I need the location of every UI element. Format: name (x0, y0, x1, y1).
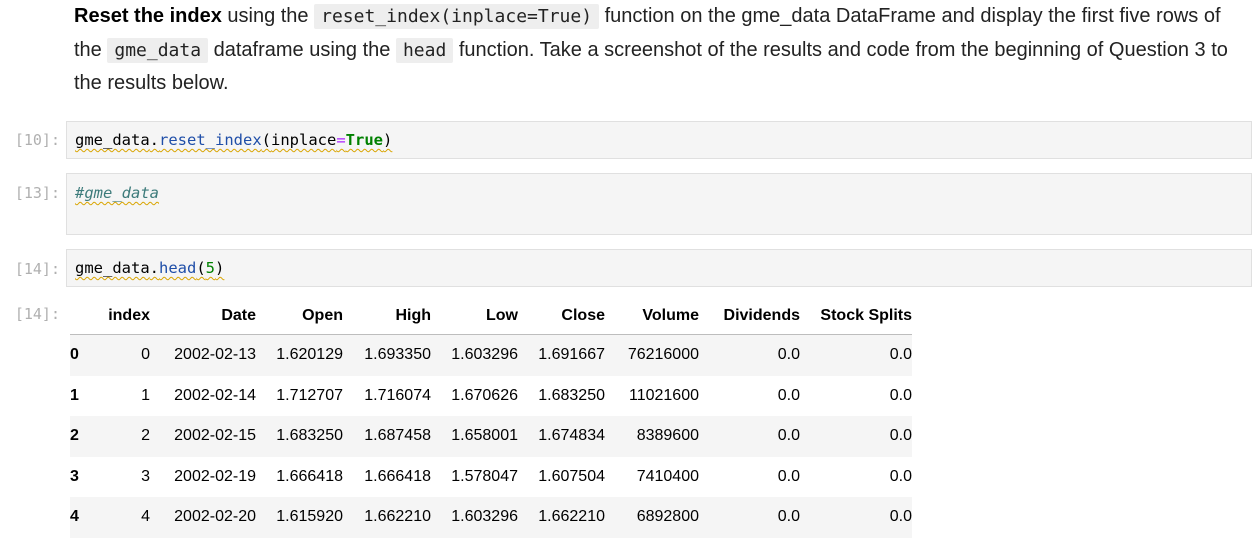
table-cell: 0.0 (777, 508, 800, 526)
code-cell-reset-index[interactable]: gme_data.reset_index(inplace=True) (66, 121, 1252, 159)
table-cell: 1.693350 (364, 346, 431, 364)
table-cell: 1 (141, 386, 150, 404)
table-cell: 1.683250 (276, 427, 343, 445)
column-header: index (94, 298, 150, 335)
column-header: Volume (605, 298, 699, 335)
table-cell: 1.603296 (451, 508, 518, 526)
code-token: ( (261, 131, 271, 149)
inline-code: gme_data (107, 37, 209, 63)
cell-prompt: [13]: (14, 184, 60, 202)
code-line: gme_data.head(5) (75, 259, 224, 277)
table-cell: 1.716074 (364, 386, 431, 404)
table-cell: 0 (141, 346, 150, 364)
table-row: 0 0 2002-02-13 1.620129 1.693350 1.60329… (70, 334, 912, 376)
table-cell: 11021600 (629, 386, 699, 404)
row-index-label: 1 (70, 386, 79, 404)
table-cell: 0.0 (889, 386, 912, 404)
table-cell: 0.0 (777, 386, 800, 404)
inline-code: reset_index(inplace=True) (314, 4, 600, 29)
table-cell: 1.603296 (451, 346, 518, 364)
table-cell: 0.0 (777, 346, 800, 364)
table-cell: 1.578047 (451, 467, 518, 485)
code-token: ) (383, 131, 393, 149)
column-header: Open (256, 298, 343, 335)
code-line: gme_data.reset_index(inplace=True) (75, 131, 392, 149)
instruction-text: using the (221, 5, 315, 27)
table-cell: 1.670626 (451, 386, 518, 404)
table-cell: 1.662210 (364, 508, 431, 526)
table-cell: 4 (141, 508, 150, 526)
code-token: head (159, 259, 197, 277)
cell-prompt: [10]: (14, 131, 60, 149)
row-index-label: 3 (70, 467, 79, 485)
table-cell: 2002-02-14 (174, 386, 256, 404)
table-row: 3 3 2002-02-19 1.666418 1.666418 1.57804… (70, 457, 912, 498)
table-cell: 2002-02-15 (174, 427, 256, 445)
table-cell: 2002-02-19 (174, 467, 256, 485)
table-cell: 1.683250 (538, 386, 605, 404)
code-token: . (149, 259, 159, 277)
table-cell: 1.712707 (276, 386, 343, 404)
table-cell: 0.0 (889, 427, 912, 445)
code-token: 5 (205, 259, 216, 277)
code-token: gme_data (75, 131, 150, 149)
table-row: 4 4 2002-02-20 1.615920 1.662210 1.60329… (70, 497, 912, 538)
code-token: ) (215, 259, 225, 277)
table-cell: 1.674834 (538, 427, 605, 445)
table-cell: 6892800 (636, 508, 699, 526)
table-cell: 2002-02-20 (174, 508, 256, 526)
table-row: 1 1 2002-02-14 1.712707 1.716074 1.67062… (70, 376, 912, 417)
instruction-text: dataframe using the (208, 38, 396, 61)
table-cell: 0.0 (777, 467, 800, 485)
table-cell: 1.607504 (538, 467, 605, 485)
column-header: Date (150, 298, 256, 335)
table-header-row: index Date Open High Low Close Volume Di… (70, 298, 912, 335)
column-header: Low (431, 298, 518, 335)
table-cell: 1.658001 (451, 427, 518, 445)
code-comment: #gme_data (75, 184, 159, 202)
code-cell-head[interactable]: gme_data.head(5) (66, 249, 1252, 287)
code-token: . (149, 131, 159, 149)
table-cell: 1.691667 (538, 346, 605, 364)
markdown-instructions: Reset the index using the reset_index(in… (74, 0, 1244, 100)
table-cell: 0.0 (889, 508, 912, 526)
code-token: = (336, 131, 346, 149)
table-cell: 1.620129 (276, 346, 343, 364)
table-cell: 7410400 (636, 467, 699, 485)
code-token: gme_data (75, 259, 150, 277)
table-cell: 1.615920 (276, 508, 343, 526)
table-cell: 0.0 (777, 427, 800, 445)
column-header: Stock Splits (800, 298, 912, 335)
table-cell: 1.666418 (364, 467, 431, 485)
output-prompt: [14]: (14, 305, 60, 323)
table-cell: 76216000 (627, 346, 699, 364)
column-header-index-blank (70, 298, 94, 335)
table-cell: 2002-02-13 (174, 346, 256, 364)
code-token: ( (196, 259, 206, 277)
cell-prompt: [14]: (14, 260, 60, 278)
table-cell: 0.0 (889, 467, 912, 485)
instruction-bold-text: Reset the index (74, 5, 222, 27)
code-cell-comment[interactable]: #gme_data (66, 173, 1252, 235)
code-token: inplace (271, 131, 337, 149)
row-index-label: 2 (70, 427, 79, 445)
column-header: High (343, 298, 431, 335)
inline-code: head (395, 37, 454, 63)
column-header: Dividends (699, 298, 800, 335)
code-line: #gme_data (75, 184, 159, 202)
column-header: Close (518, 298, 605, 335)
table-cell: 1.666418 (276, 467, 343, 485)
table-cell: 1.662210 (538, 508, 605, 526)
code-token: reset_index (159, 131, 262, 149)
table-cell: 2 (141, 427, 150, 445)
row-index-label: 4 (70, 508, 79, 526)
table-cell: 1.687458 (364, 427, 431, 445)
table-cell: 3 (141, 467, 150, 485)
row-index-label: 0 (70, 346, 79, 364)
code-token: True (345, 131, 383, 149)
dataframe-output-table: index Date Open High Low Close Volume Di… (70, 298, 912, 538)
table-cell: 0.0 (889, 346, 912, 364)
table-cell: 8389600 (636, 427, 699, 445)
table-row: 2 2 2002-02-15 1.683250 1.687458 1.65800… (70, 416, 912, 457)
